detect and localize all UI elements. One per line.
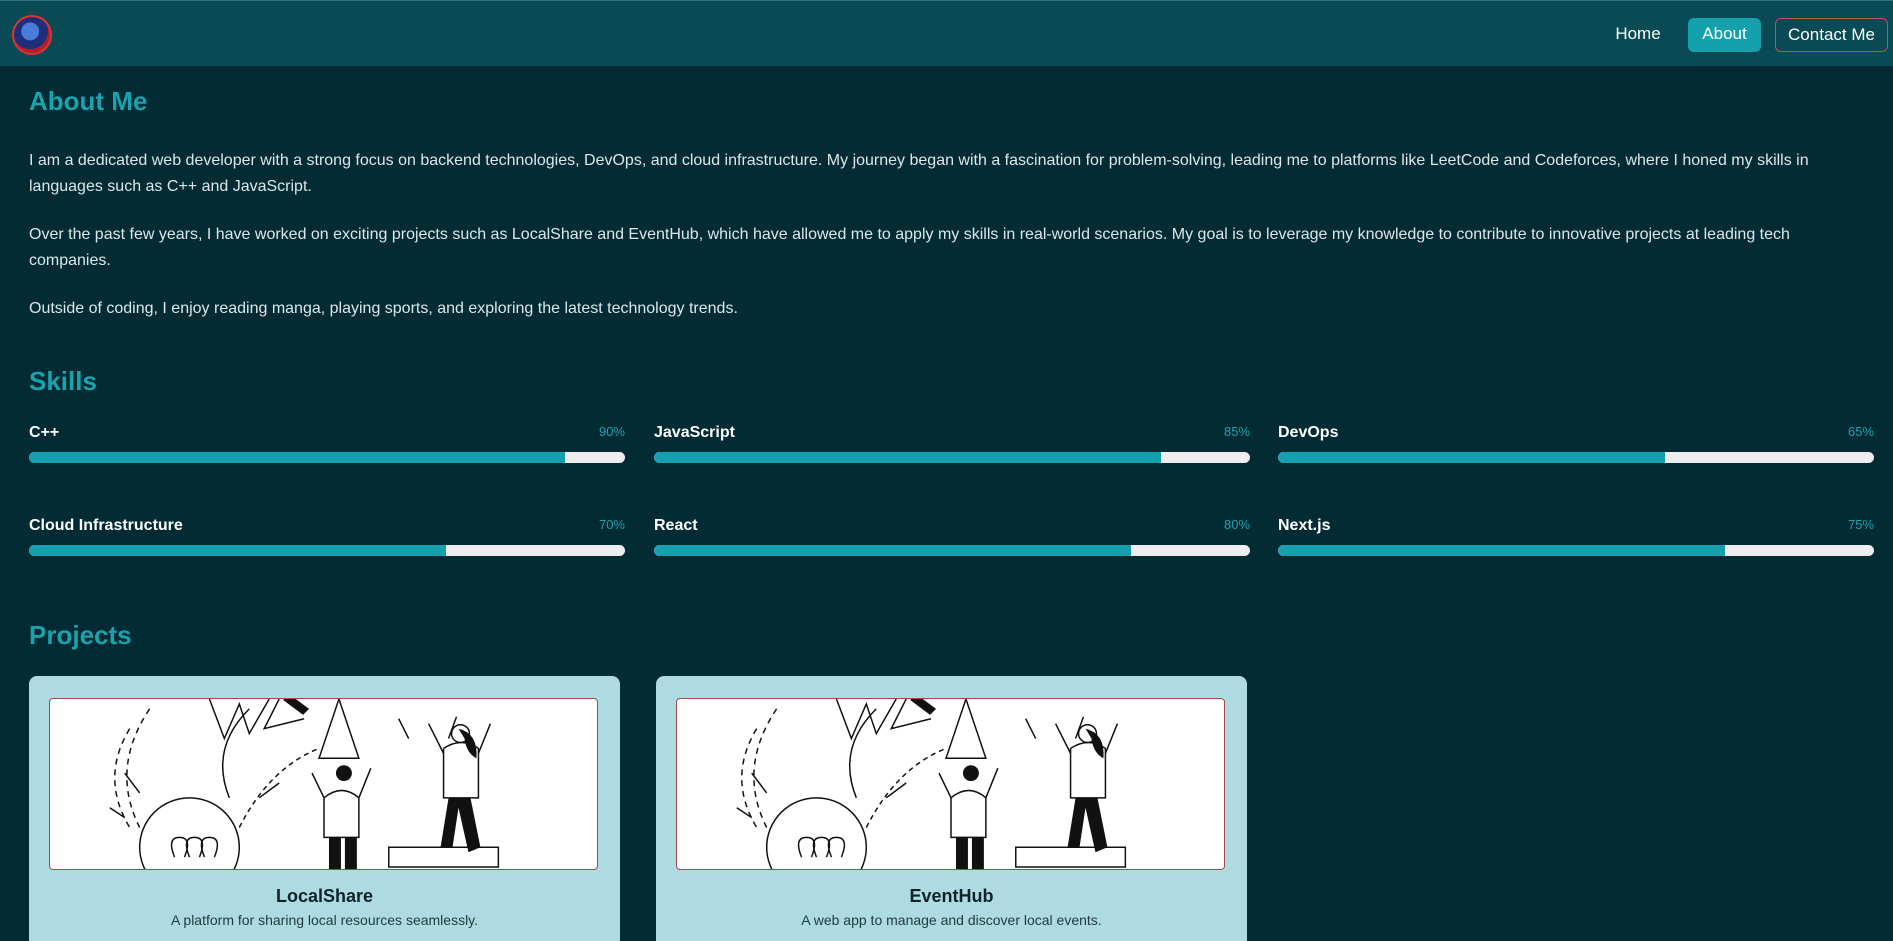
skill-progress-fill bbox=[29, 545, 447, 556]
skill-name: Next.js bbox=[1278, 517, 1331, 534]
about-title: About Me bbox=[29, 86, 148, 116]
skill-cpp: C++ 90% bbox=[29, 424, 625, 464]
skill-percent: 85% bbox=[1223, 424, 1250, 439]
skill-percent: 65% bbox=[1847, 424, 1874, 439]
skill-name: DevOps bbox=[1278, 424, 1339, 441]
nav-about-link[interactable]: About bbox=[1688, 18, 1761, 52]
skill-progress-bar bbox=[654, 452, 1250, 463]
project-card-eventhub[interactable]: EventHub A web app to manage and discove… bbox=[656, 676, 1247, 941]
skill-progress-bar bbox=[1278, 452, 1874, 463]
about-paragraph-3: Outside of coding, I enjoy reading manga… bbox=[29, 300, 738, 317]
project-description: A platform for sharing local resources s… bbox=[170, 912, 479, 928]
skill-progress-bar bbox=[654, 545, 1250, 556]
skill-progress-fill bbox=[654, 452, 1161, 463]
project-title: LocalShare bbox=[275, 886, 374, 906]
skill-progress-fill bbox=[29, 452, 566, 463]
projects-title: Projects bbox=[29, 620, 132, 650]
skill-name: Cloud Infrastructure bbox=[29, 517, 183, 534]
skill-percent: 70% bbox=[598, 517, 625, 532]
skill-progress-bar bbox=[1278, 545, 1874, 556]
skill-progress-bar bbox=[29, 452, 625, 463]
skill-devops: DevOps 65% bbox=[1278, 424, 1874, 464]
nav-home-link[interactable]: Home bbox=[1600, 18, 1676, 52]
skill-percent: 80% bbox=[1223, 517, 1250, 532]
skill-nextjs: Next.js 75% bbox=[1278, 517, 1874, 557]
skill-cloud-infrastructure: Cloud Infrastructure 70% bbox=[29, 517, 625, 557]
skill-percent: 90% bbox=[598, 424, 625, 439]
skill-name: C++ bbox=[29, 424, 60, 441]
skill-progress-fill bbox=[1278, 452, 1666, 463]
skill-progress-bar bbox=[29, 545, 625, 556]
project-image bbox=[676, 698, 1225, 870]
project-image bbox=[49, 698, 598, 870]
project-title: EventHub bbox=[909, 886, 994, 906]
skill-name: JavaScript bbox=[654, 424, 735, 441]
skills-title: Skills bbox=[29, 366, 97, 396]
celebration-illustration-icon bbox=[109, 699, 500, 869]
about-paragraph-2: Over the past few years, I have worked o… bbox=[29, 226, 1790, 269]
project-description: A web app to manage and discover local e… bbox=[801, 912, 1102, 928]
skill-name: React bbox=[654, 517, 698, 534]
nav-contact-button[interactable]: Contact Me bbox=[1775, 18, 1888, 52]
celebration-illustration-icon bbox=[736, 699, 1127, 869]
about-paragraph-1: I am a dedicated web developer with a st… bbox=[29, 152, 1809, 195]
skill-progress-fill bbox=[1278, 545, 1725, 556]
skill-javascript: JavaScript 85% bbox=[654, 424, 1250, 464]
logo-icon[interactable] bbox=[12, 15, 52, 55]
skill-react: React 80% bbox=[654, 517, 1250, 557]
project-card-localshare[interactable]: LocalShare A platform for sharing local … bbox=[29, 676, 620, 941]
navbar: Home About Contact Me bbox=[0, 0, 1893, 66]
skill-progress-fill bbox=[654, 545, 1131, 556]
skill-percent: 75% bbox=[1847, 517, 1874, 532]
